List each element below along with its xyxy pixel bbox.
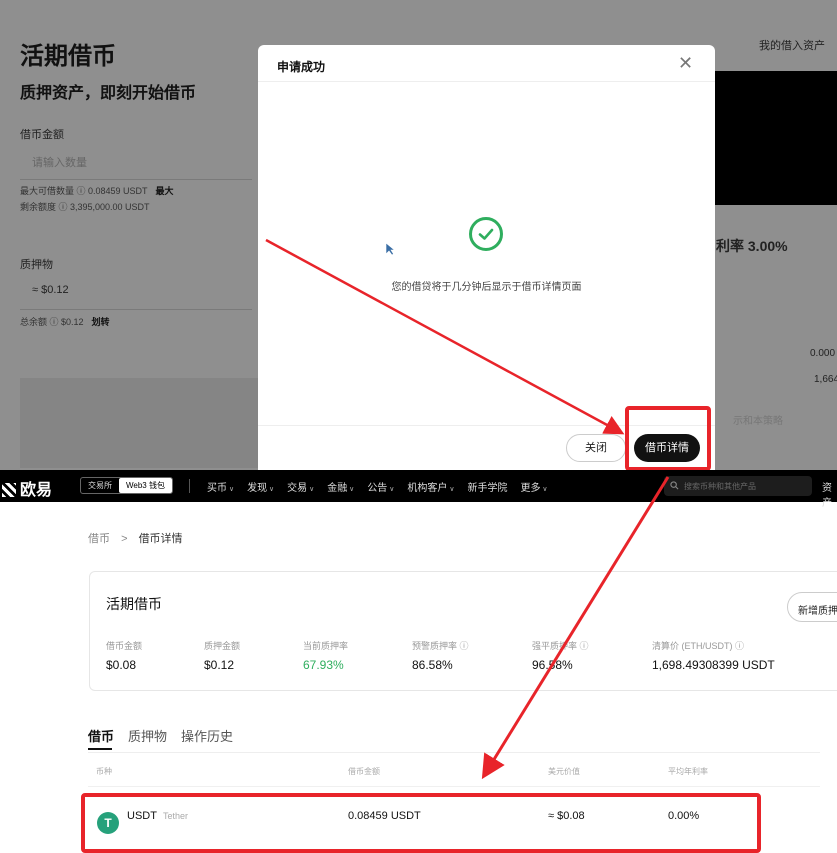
stat-current-ltv: 当前质押率 67.93% <box>303 641 349 672</box>
bg-value-1: 0.000 <box>810 348 836 359</box>
stat-liquidation-ltv: 强平质押率 ⓘ 96.58% <box>532 641 589 672</box>
card-title: 活期借币 <box>106 596 162 612</box>
transfer-link[interactable]: 划转 <box>92 317 110 327</box>
logo-icon <box>2 483 16 497</box>
stat-warning-ltv: 预警质押率 ⓘ 86.58% <box>412 641 469 672</box>
tab-web3[interactable]: Web3 钱包 <box>119 478 172 493</box>
col-header-amount: 借币金额 <box>348 767 380 776</box>
collateral-label: 质押物 <box>20 259 53 271</box>
check-circle-icon <box>469 217 503 251</box>
total-balance: 总余额 ⓘ $0.12 划转 <box>20 317 110 327</box>
bottom-screenshot: 欧易 交易所 Web3 钱包 买币 发现 交易 金融 公告 机构客户 新手学院 … <box>0 470 837 853</box>
max-borrow-text: 最大可借数量 ⓘ 0.08459 USDT 最大 <box>20 186 174 196</box>
rate-text: 利率 3.00% <box>716 238 788 254</box>
search-input[interactable]: 搜索币种和其他产品 <box>664 476 812 496</box>
nav-assets[interactable]: 资产 <box>822 479 837 509</box>
tab-exchange[interactable]: 交易所 <box>81 478 119 493</box>
mouse-cursor-icon <box>385 242 395 256</box>
active-tab-indicator <box>88 748 112 750</box>
close-button[interactable]: 关闭 <box>566 434 626 462</box>
nav-item-discover[interactable]: 发现 <box>247 479 274 494</box>
col-header-coin: 币种 <box>96 767 112 776</box>
my-borrowed-link[interactable]: 我的借入资产 <box>759 37 825 53</box>
max-button[interactable]: 最大 <box>156 186 174 196</box>
modal-message: 您的借贷将于几分钟后显示于借币详情页面 <box>391 282 582 293</box>
collateral-input[interactable]: ≈ $0.12 <box>20 272 252 310</box>
nav-item-finance[interactable]: 金融 <box>327 479 354 494</box>
summary-card: 活期借币 新增质押物 借币金额$0.08 质押金额$0.12 当前质押率67.9… <box>89 571 837 691</box>
submit-button-dimmed <box>20 378 260 468</box>
highlight-box <box>81 793 761 853</box>
platform-switch: 交易所 Web3 钱包 <box>80 477 173 494</box>
detail-tabs: 借币 质押物 操作历史 <box>88 726 233 745</box>
breadcrumb-current: 借币详情 <box>138 533 183 545</box>
tab-collateral[interactable]: 质押物 <box>128 726 167 745</box>
bg-faint-text: 示和本策略 <box>733 416 783 427</box>
col-header-rate: 平均年利率 <box>668 767 708 776</box>
top-screenshot: 活期借币 质押资产，即刻开始借币 借币金额 请输入数量 最大可借数量 ⓘ 0.0… <box>0 0 837 470</box>
highlight-box <box>625 406 711 470</box>
breadcrumb-root[interactable]: 借币 <box>88 533 110 545</box>
nav-item-more[interactable]: 更多 <box>520 479 547 494</box>
divider <box>258 81 715 82</box>
nav-item-academy[interactable]: 新手学院 <box>467 479 507 494</box>
page-subtitle: 质押资产，即刻开始借币 <box>20 85 197 102</box>
stat-liquidation-price: 清算价 (ETH/USDT) ⓘ 1,698.49308399 USDT <box>652 641 775 672</box>
nav-item-announcement[interactable]: 公告 <box>367 479 394 494</box>
remaining-quota: 剩余额度 ⓘ 3,395,000.00 USDT <box>20 202 150 212</box>
breadcrumb: 借币 > 借币详情 <box>88 530 183 546</box>
close-icon[interactable]: ✕ <box>678 53 693 74</box>
modal-title: 申请成功 <box>277 60 326 74</box>
add-collateral-button[interactable]: 新增质押物 <box>787 592 837 622</box>
breadcrumb-separator-icon: > <box>121 533 128 545</box>
stat-collateral: 质押金额 $0.12 <box>204 641 241 672</box>
stat-borrowed: 借币金额 $0.08 <box>106 641 143 672</box>
nav-item-buy[interactable]: 买币 <box>207 479 234 494</box>
tab-history[interactable]: 操作历史 <box>181 726 233 745</box>
logo[interactable]: 欧易 <box>2 476 52 500</box>
borrow-amount-label: 借币金额 <box>20 129 64 141</box>
col-header-usd: 美元价值 <box>548 767 580 776</box>
nav-item-institution[interactable]: 机构客户 <box>407 479 454 494</box>
borrow-amount-input[interactable]: 请输入数量 <box>20 142 252 180</box>
tab-borrow[interactable]: 借币 <box>88 726 114 745</box>
chart-panel <box>714 71 837 205</box>
nav-menu: 买币 发现 交易 金融 公告 机构客户 新手学院 更多 <box>207 479 548 494</box>
divider <box>88 786 820 787</box>
bg-value-2: 1,664 <box>814 374 837 385</box>
page-title: 活期借币 <box>20 43 116 70</box>
nav-item-trade[interactable]: 交易 <box>287 479 314 494</box>
divider <box>189 479 190 493</box>
divider <box>88 752 820 753</box>
top-navbar: 欧易 交易所 Web3 钱包 买币 发现 交易 金融 公告 机构客户 新手学院 … <box>0 470 837 509</box>
search-icon <box>670 481 679 490</box>
